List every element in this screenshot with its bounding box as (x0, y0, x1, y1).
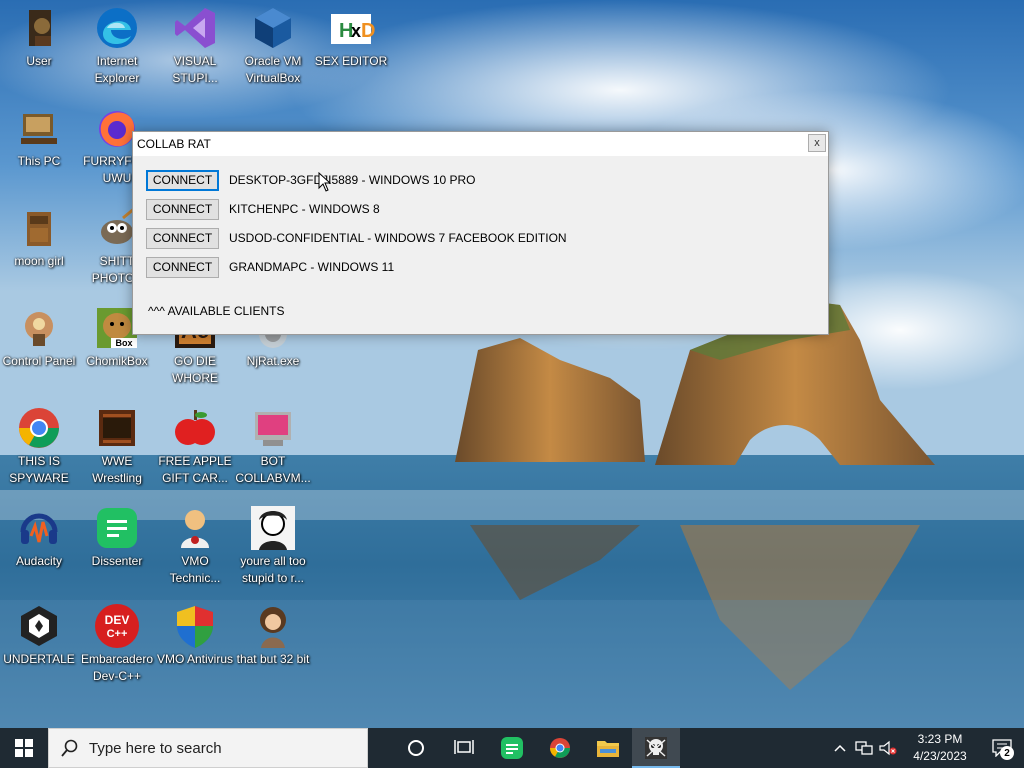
taskbar: Type here to search 3:23 PM 4/23/2023 2 (0, 728, 1024, 768)
collab-rat-window: COLLAB RAT x CONNECT DESKTOP-3GFDJI5889 … (132, 131, 829, 335)
taskbar-file-explorer[interactable] (584, 728, 632, 768)
desktop-icon-virtualbox[interactable]: Oracle VM VirtualBox (234, 0, 312, 90)
clock-date: 4/23/2023 (913, 749, 967, 763)
taskbar-collab-rat[interactable] (632, 728, 680, 768)
desktop-icon-internet-explorer[interactable]: Internet Explorer (78, 0, 156, 90)
volume-button[interactable] (876, 728, 900, 768)
chrome-icon (15, 404, 63, 452)
svg-text:Box: Box (115, 338, 132, 348)
connect-button[interactable]: CONNECT (146, 169, 219, 191)
apple-icon (171, 404, 219, 452)
svg-text:D: D (361, 20, 375, 42)
desktop-icon-user[interactable]: User (0, 0, 78, 90)
client-row: CONNECT USDOD-CONFIDENTIAL - WINDOWS 7 F… (146, 227, 567, 249)
svg-text:x: x (351, 21, 361, 41)
client-name: USDOD-CONFIDENTIAL - WINDOWS 7 FACEBOOK … (229, 231, 567, 245)
available-clients-label: ^^^ AVAILABLE CLIENTS (148, 304, 285, 318)
shield-icon (171, 602, 219, 650)
this-pc-icon (15, 104, 63, 152)
action-center-button[interactable]: 2 (980, 728, 1024, 768)
dissenter-icon (93, 504, 141, 552)
dissenter-icon (501, 737, 523, 759)
clock-time: 3:23 PM (917, 732, 963, 746)
mouse-cursor-icon (318, 172, 332, 192)
notification-count-badge: 2 (1000, 746, 1014, 760)
client-name: KITCHENPC - WINDOWS 8 (229, 202, 380, 216)
edge-browser-icon (93, 4, 141, 52)
file-explorer-icon (597, 741, 619, 757)
system-tray: 3:23 PM 4/23/2023 2 (828, 728, 1024, 768)
desktop-icon-devcpp[interactable]: DEV C++ Embarcadero Dev-C++ (78, 598, 156, 688)
desktop-icon-undertale[interactable]: UNDERTALE (0, 598, 78, 688)
desktop-icon-apple-gift[interactable]: FREE APPLE GIFT CAR... (156, 400, 234, 490)
taskbar-clock[interactable]: 3:23 PM 4/23/2023 (900, 731, 980, 765)
desktop-icon-visual-studio[interactable]: VISUAL STUPI... (156, 0, 234, 90)
search-icon (61, 739, 78, 757)
desktop-icon-that-but-32-bit[interactable]: that but 32 bit (234, 598, 312, 688)
close-icon: x (814, 137, 820, 149)
desktop-icon-dissenter[interactable]: Dissenter (78, 500, 156, 590)
client-row: CONNECT KITCHENPC - WINDOWS 8 (146, 198, 380, 220)
vmo-technician-icon (171, 504, 219, 552)
cortana-button[interactable] (392, 728, 440, 768)
chevron-up-icon (834, 744, 846, 752)
connect-button[interactable]: CONNECT (146, 256, 219, 278)
taskbar-chrome[interactable] (536, 728, 584, 768)
taskbar-search-box[interactable]: Type here to search (48, 728, 368, 768)
show-hidden-icons-button[interactable] (828, 728, 852, 768)
windows-logo-icon (15, 739, 33, 757)
hxd-editor-icon: HxD (327, 4, 375, 52)
client-row: CONNECT GRANDMAPC - WINDOWS 11 (146, 256, 394, 278)
desktop-icon-chrome-spyware[interactable]: THIS IS SPYWARE (0, 400, 78, 490)
desktop-icon-vmo-antivirus[interactable]: VMO Antivirus (156, 598, 234, 688)
skull-app-icon (645, 737, 667, 759)
audacity-icon (15, 504, 63, 552)
start-button[interactable] (0, 728, 48, 768)
window-titlebar[interactable]: COLLAB RAT x (133, 132, 828, 156)
unity-icon (15, 602, 63, 650)
user-folder-icon (15, 4, 63, 52)
visual-studio-icon (171, 4, 219, 52)
network-icon (855, 741, 873, 755)
moon-girl-icon (15, 204, 63, 252)
connect-button[interactable]: CONNECT (146, 227, 219, 249)
desktop-icon-this-pc[interactable]: This PC (0, 100, 78, 190)
search-placeholder: Type here to search (89, 739, 222, 757)
desktop-icon-youre-all-too-stupid[interactable]: youre all too stupid to r... (234, 500, 312, 590)
desktop-icon-audacity[interactable]: Audacity (0, 500, 78, 590)
devcpp-icon: DEV C++ (93, 602, 141, 650)
network-button[interactable] (852, 728, 876, 768)
svg-text:C++: C++ (107, 628, 128, 640)
desktop-icon-hxd-editor[interactable]: HxD SEX EDITOR (312, 0, 390, 90)
chrome-icon (550, 738, 570, 758)
client-name: DESKTOP-3GFDJI5889 - WINDOWS 10 PRO (229, 173, 476, 187)
client-row: CONNECT DESKTOP-3GFDJI5889 - WINDOWS 10 … (146, 169, 476, 191)
volume-muted-icon (879, 740, 897, 756)
connect-button[interactable]: CONNECT (146, 198, 219, 220)
desktop-icon-vmo-technician[interactable]: VMO Technic... (156, 500, 234, 590)
bot-collabvm-icon (249, 404, 297, 452)
virtualbox-icon (249, 4, 297, 52)
taskbar-dissenter[interactable] (488, 728, 536, 768)
close-button[interactable]: x (808, 134, 826, 152)
desktop-icon-wwe[interactable]: WWE Wrestling (78, 400, 156, 490)
control-panel-icon (15, 304, 63, 352)
portrait-icon (249, 504, 297, 552)
task-view-icon (454, 740, 474, 754)
wwe-wrestling-icon (93, 404, 141, 452)
desktop-icon-bot-collabvm[interactable]: BOT COLLABVM... (234, 400, 312, 490)
portrait-lady-icon (249, 602, 297, 650)
client-name: GRANDMAPC - WINDOWS 11 (229, 260, 395, 274)
svg-text:DEV: DEV (105, 613, 130, 627)
task-view-button[interactable] (440, 728, 488, 768)
window-title: COLLAB RAT (137, 137, 211, 151)
desktop-icon-moon-girl[interactable]: moon girl (0, 200, 78, 290)
cortana-icon (408, 740, 424, 756)
desktop-icon-control-panel[interactable]: Control Panel (0, 300, 78, 390)
